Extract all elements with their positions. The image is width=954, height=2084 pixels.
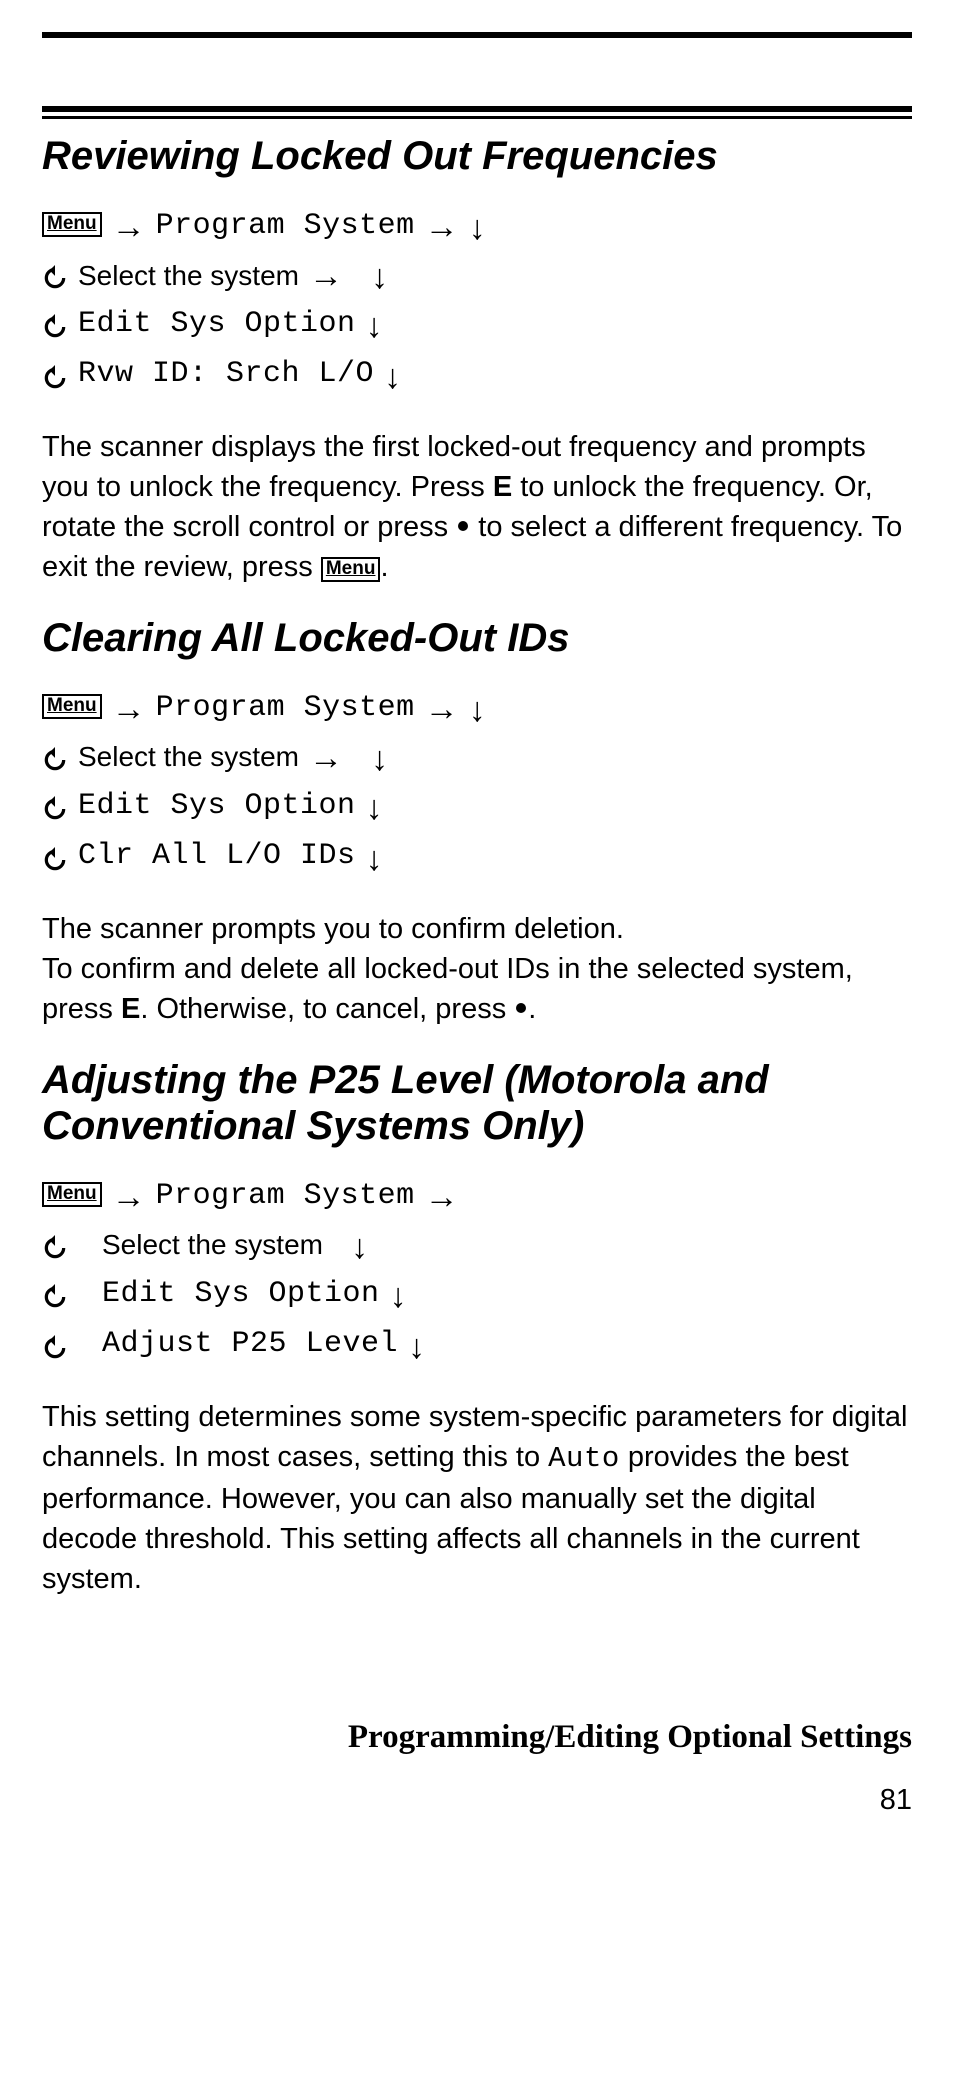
paragraph-s2: The scanner prompts you to confirm delet… xyxy=(42,909,912,1029)
page-number: 81 xyxy=(42,1784,912,1817)
step-adjust-p25: Adjust P25 Level xyxy=(102,1321,398,1368)
arrow-right-icon: → xyxy=(425,1180,459,1214)
step-clr-ids: Clr All L/O IDs xyxy=(78,833,356,880)
arrow-down-icon: ↓ xyxy=(371,260,388,294)
arrow-right-icon: → xyxy=(112,1180,146,1214)
rotate-icon xyxy=(42,847,68,873)
step-select-system: Select the system xyxy=(102,1223,323,1266)
step-program-system: Program System xyxy=(156,1173,415,1220)
nav-steps-s1: Menu → Program System → ↓ Select the sys… xyxy=(42,203,912,398)
rotate-icon xyxy=(42,1284,68,1310)
arrow-down-icon: ↓ xyxy=(366,791,383,825)
paragraph-s1: The scanner displays the first locked-ou… xyxy=(42,427,912,587)
step-select-system: Select the system xyxy=(78,735,299,778)
text: . Otherwise, to cancel, press xyxy=(140,993,514,1025)
arrow-right-icon: → xyxy=(112,210,146,244)
key-e: E xyxy=(493,471,512,503)
running-footer-title: Programming/Editing Optional Settings xyxy=(42,1719,912,1756)
text: . xyxy=(380,551,388,583)
arrow-down-icon: ↓ xyxy=(351,1230,368,1264)
heading-adjust-p25: Adjusting the P25 Level (Motorola and Co… xyxy=(42,1057,912,1149)
rotate-icon xyxy=(42,796,68,822)
menu-key-icon: Menu xyxy=(321,557,381,582)
rotate-icon xyxy=(42,1335,68,1361)
value-auto: Auto xyxy=(548,1442,620,1475)
page-top-rule xyxy=(42,32,912,38)
arrow-right-icon: → xyxy=(309,741,343,775)
heading-reviewing-locked-out: Reviewing Locked Out Frequencies xyxy=(42,133,912,179)
rotate-icon xyxy=(42,265,68,291)
arrow-right-icon: → xyxy=(309,259,343,293)
step-program-system: Program System xyxy=(156,685,415,732)
arrow-down-icon: ↓ xyxy=(390,1279,407,1313)
arrow-down-icon: ↓ xyxy=(408,1330,425,1364)
nav-steps-s2: Menu → Program System → ↓ Select the sys… xyxy=(42,685,912,880)
section-divider xyxy=(42,106,912,119)
menu-key-icon: Menu xyxy=(42,212,102,237)
rotate-icon xyxy=(42,1235,68,1261)
step-program-system: Program System xyxy=(156,203,415,250)
step-rvw-id: Rvw ID: Srch L/O xyxy=(78,351,374,398)
text: . xyxy=(528,993,536,1025)
arrow-down-icon: ↓ xyxy=(384,360,401,394)
arrow-down-icon: ↓ xyxy=(469,211,486,245)
text: The scanner prompts you to confirm delet… xyxy=(42,913,624,945)
step-edit-sys-option: Edit Sys Option xyxy=(102,1271,380,1318)
arrow-right-icon: → xyxy=(425,692,459,726)
arrow-down-icon: ↓ xyxy=(366,842,383,876)
rotate-icon xyxy=(42,314,68,340)
step-select-system: Select the system xyxy=(78,254,299,297)
arrow-down-icon: ↓ xyxy=(366,309,383,343)
paragraph-s3: This setting determines some system-spec… xyxy=(42,1397,912,1599)
dot-key-icon xyxy=(458,521,468,531)
dot-key-icon xyxy=(516,1003,526,1013)
rotate-icon xyxy=(42,747,68,773)
arrow-right-icon: → xyxy=(112,692,146,726)
menu-key-icon: Menu xyxy=(42,694,102,719)
rotate-icon xyxy=(42,365,68,391)
key-e: E xyxy=(121,993,140,1025)
arrow-down-icon: ↓ xyxy=(469,693,486,727)
menu-key-icon: Menu xyxy=(42,1182,102,1207)
nav-steps-s3: Menu → Program System → Select the syste… xyxy=(42,1173,912,1368)
heading-clearing-locked-out-ids: Clearing All Locked-Out IDs xyxy=(42,615,912,661)
arrow-down-icon: ↓ xyxy=(371,742,388,776)
step-edit-sys-option: Edit Sys Option xyxy=(78,783,356,830)
step-edit-sys-option: Edit Sys Option xyxy=(78,301,356,348)
arrow-right-icon: → xyxy=(425,210,459,244)
